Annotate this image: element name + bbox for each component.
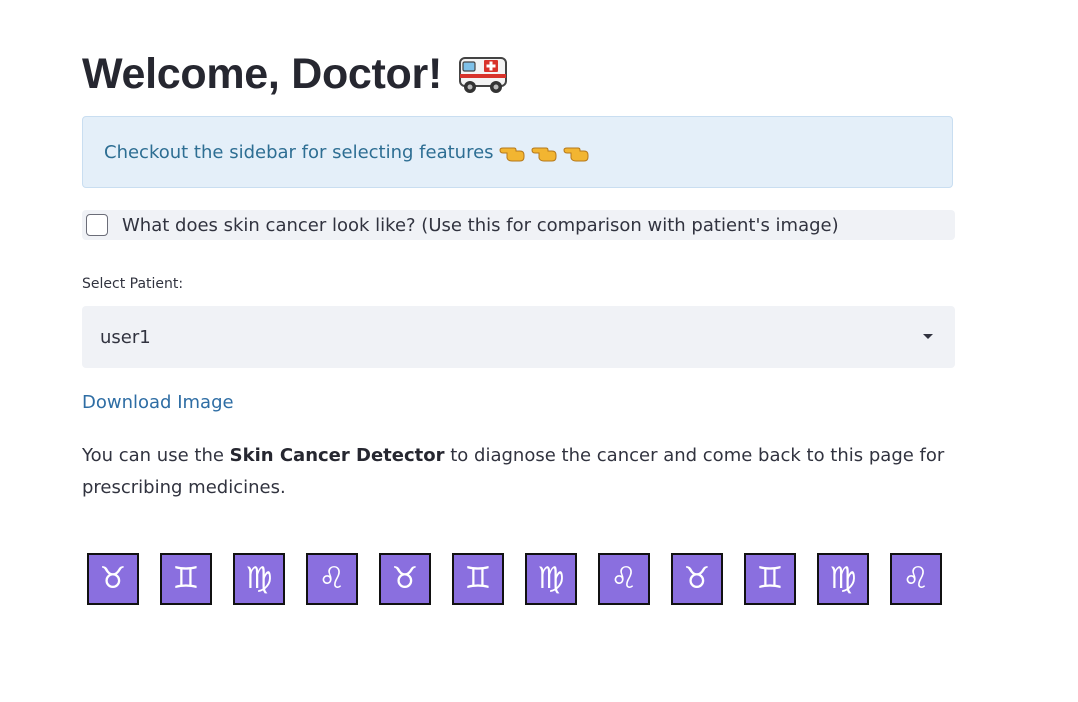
page-title: Welcome, Doctor! — [82, 49, 442, 98]
virgo-icon: ♍ — [525, 553, 577, 605]
select-patient-label: Select Patient: — [82, 276, 184, 292]
taurus-icon: ♉ — [87, 553, 139, 605]
comparison-checkbox-label[interactable]: What does skin cancer look like? (Use th… — [122, 215, 839, 236]
comparison-checkbox-row[interactable]: What does skin cancer look like? (Use th… — [82, 210, 955, 240]
gemini-icon: ♊ — [744, 553, 796, 605]
comparison-checkbox[interactable] — [86, 214, 108, 236]
download-image-link[interactable]: Download Image — [82, 392, 234, 413]
title-row: Welcome, Doctor! — [82, 46, 510, 102]
pointing-hand-icon — [531, 147, 557, 162]
instructions-paragraph: You can use the Skin Cancer Detector to … — [82, 440, 955, 504]
chevron-down-icon — [923, 334, 933, 339]
leo-icon: ♌ — [306, 553, 358, 605]
select-patient-value: user1 — [100, 326, 151, 348]
skin-cancer-detector-bold: Skin Cancer Detector — [229, 445, 445, 466]
paragraph-prefix: You can use the — [82, 445, 230, 466]
leo-icon: ♌ — [598, 553, 650, 605]
info-text: Checkout the sidebar for selecting featu… — [104, 141, 494, 163]
gemini-icon: ♊ — [452, 553, 504, 605]
zodiac-emoji-row: ♉ ♊ ♍ ♌ ♉ ♊ ♍ ♌ ♉ ♊ ♍ ♌ — [87, 553, 963, 605]
pointing-hand-icon — [563, 147, 589, 162]
info-alert: Checkout the sidebar for selecting featu… — [82, 116, 953, 188]
taurus-icon: ♉ — [379, 553, 431, 605]
virgo-icon: ♍ — [817, 553, 869, 605]
pointing-hand-icon — [499, 147, 525, 162]
leo-icon: ♌ — [890, 553, 942, 605]
ambulance-emoji-icon — [458, 57, 507, 93]
virgo-icon: ♍ — [233, 553, 285, 605]
gemini-icon: ♊ — [160, 553, 212, 605]
select-patient-dropdown[interactable]: user1 — [82, 306, 955, 368]
taurus-icon: ♉ — [671, 553, 723, 605]
